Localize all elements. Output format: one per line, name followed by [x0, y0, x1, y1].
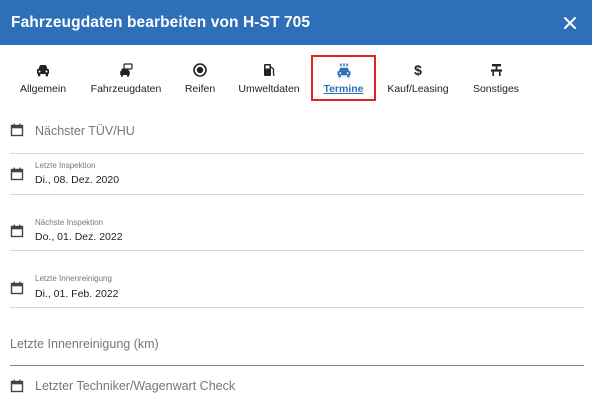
- innenreinigung-km-placeholder: Letzte Innenreinigung (km): [10, 337, 159, 351]
- close-icon: [564, 16, 576, 29]
- tab-fahrzeugdaten-label: Fahrzeugdaten: [90, 83, 162, 95]
- tab-reifen[interactable]: Reifen: [182, 55, 218, 101]
- tab-umweltdaten-label: Umweltdaten: [238, 83, 300, 95]
- tab-sonstiges[interactable]: Sonstiges: [469, 55, 523, 101]
- letzte-innenreinigung-label: Letzte Innenreinigung: [35, 274, 112, 283]
- car-icon: [36, 61, 50, 79]
- tab-allgemein-label: Allgemein: [19, 83, 67, 95]
- tuev-placeholder: Nächster TÜV/HU: [35, 124, 135, 138]
- techniker-check-field[interactable]: Letzter Techniker/Wagenwart Check: [10, 372, 584, 405]
- calendar-icon: [10, 167, 24, 181]
- tab-sonstiges-label: Sonstiges: [472, 83, 520, 95]
- letzte-inspektion-value: Di., 08. Dez. 2020: [35, 174, 120, 186]
- naechste-inspektion-label: Nächste Inspektion: [35, 218, 104, 227]
- innenreinigung-km-field[interactable]: Letzte Innenreinigung (km): [10, 330, 584, 366]
- tab-umweltdaten[interactable]: Umweltdaten: [234, 55, 304, 101]
- tab-kauf-leasing[interactable]: $ Kauf/Leasing: [384, 55, 452, 101]
- letzte-inspektion-field[interactable]: Letzte Inspektion Di., 08. Dez. 2020: [10, 156, 584, 195]
- naechste-inspektion-value: Do., 01. Dez. 2022: [35, 231, 123, 243]
- tab-reifen-label: Reifen: [184, 83, 216, 95]
- tab-fahrzeugdaten[interactable]: Fahrzeugdaten: [88, 55, 164, 101]
- tools-icon: [490, 61, 503, 79]
- svg-text:$: $: [414, 63, 422, 77]
- letzte-inspektion-label: Letzte Inspektion: [35, 161, 96, 170]
- dialog-header: Fahrzeugdaten bearbeiten von H-ST 705: [0, 0, 592, 45]
- tab-termine[interactable]: Termine: [311, 55, 376, 101]
- car-inspection-icon: [336, 61, 352, 79]
- close-button[interactable]: [560, 13, 580, 33]
- tire-icon: [193, 61, 207, 79]
- calendar-icon: [10, 379, 24, 393]
- dialog-title: Fahrzeugdaten bearbeiten von H-ST 705: [11, 13, 311, 31]
- letzte-innenreinigung-field[interactable]: Letzte Innenreinigung Di., 01. Feb. 2022: [10, 268, 584, 308]
- letzte-innenreinigung-value: Di., 01. Feb. 2022: [35, 288, 119, 300]
- naechste-inspektion-field[interactable]: Nächste Inspektion Do., 01. Dez. 2022: [10, 212, 584, 251]
- calendar-icon: [10, 123, 24, 137]
- tab-termine-label: Termine: [323, 83, 364, 95]
- calendar-icon: [10, 224, 24, 238]
- techniker-check-placeholder: Letzter Techniker/Wagenwart Check: [35, 379, 236, 393]
- car-multiple-icon: [119, 61, 133, 79]
- tab-kauf-leasing-label: Kauf/Leasing: [387, 83, 449, 95]
- dollar-icon: $: [412, 61, 424, 79]
- tuev-date-field[interactable]: Nächster TÜV/HU: [10, 117, 584, 154]
- tab-bar: Allgemein Fahrzeugdaten Reifen Umweltdat…: [0, 55, 592, 101]
- calendar-icon: [10, 281, 24, 295]
- fuel-pump-icon: [263, 61, 276, 79]
- tab-allgemein[interactable]: Allgemein: [16, 55, 70, 101]
